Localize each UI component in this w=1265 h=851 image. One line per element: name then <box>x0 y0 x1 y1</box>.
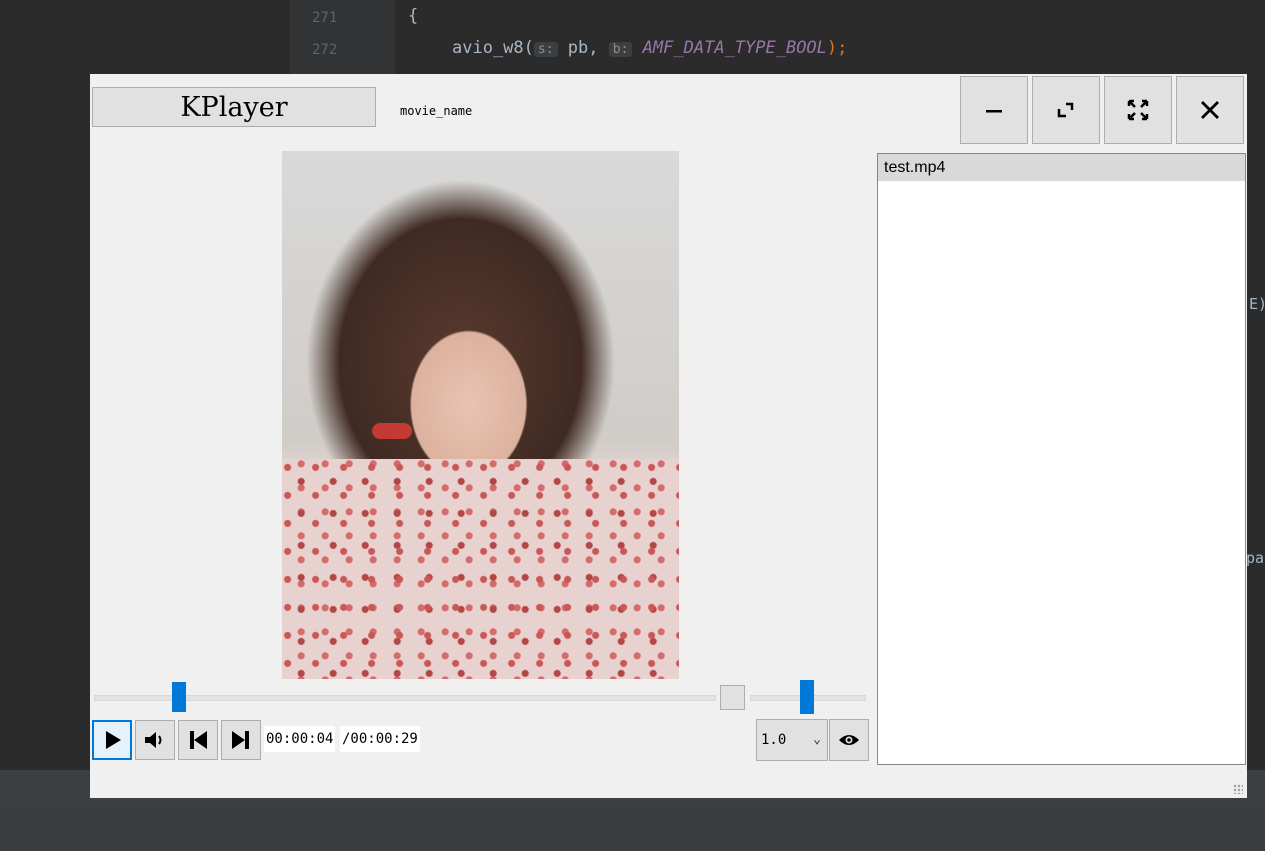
skip-next-icon <box>232 731 249 749</box>
mute-toggle-box[interactable] <box>720 685 745 710</box>
code-line: { <box>408 6 419 26</box>
speed-select[interactable]: 1.0 ⌄ <box>756 719 828 761</box>
play-icon <box>106 731 121 749</box>
volume-slider-handle[interactable] <box>800 680 814 714</box>
code-function: avio_w8( <box>452 38 534 58</box>
restore-button[interactable] <box>1032 76 1100 144</box>
eye-icon <box>839 735 859 745</box>
line-number: 271 <box>312 10 338 26</box>
code-line: avio_w8(s: pb, b: AMF_DATA_TYPE_BOOL); <box>452 38 847 58</box>
minimize-button[interactable] <box>960 76 1028 144</box>
previous-button[interactable] <box>178 720 218 760</box>
code-fragment: pa <box>1246 549 1265 567</box>
video-content <box>282 459 679 679</box>
fullscreen-icon <box>1127 99 1149 121</box>
app-title: KPlayer <box>92 87 376 127</box>
movie-name-label: movie_name <box>400 104 473 118</box>
close-button[interactable] <box>1176 76 1244 144</box>
code-fragment: E) <box>1249 295 1265 313</box>
code-constant: AMF_DATA_TYPE_BOOL <box>642 38 827 58</box>
minimize-icon <box>986 110 1002 113</box>
volume-button[interactable] <box>135 720 175 760</box>
param-hint: b: <box>608 42 633 57</box>
playlist-item[interactable]: test.mp4 <box>878 154 1245 181</box>
code-arg: pb, <box>567 38 599 58</box>
fullscreen-button[interactable] <box>1104 76 1172 144</box>
line-number: 272 <box>312 42 338 58</box>
close-icon <box>1201 101 1219 119</box>
total-time: /00:00:29 <box>340 726 420 752</box>
kplayer-window: KPlayer movie_name 00:00:04 /00:00:29 1.… <box>90 74 1247 798</box>
playlist[interactable]: test.mp4 <box>877 153 1246 765</box>
param-hint: s: <box>533 42 558 57</box>
seek-slider-handle[interactable] <box>172 682 186 712</box>
code-punctuation: ); <box>826 38 848 58</box>
current-time: 00:00:04 <box>264 726 336 752</box>
resize-grip[interactable] <box>1233 784 1243 794</box>
ide-status-bar <box>0 808 1265 851</box>
next-button[interactable] <box>221 720 261 760</box>
video-detail <box>372 423 412 439</box>
video-frame[interactable] <box>282 151 679 679</box>
speed-value: 1.0 <box>761 732 787 748</box>
seek-slider-track[interactable] <box>94 695 716 701</box>
skip-previous-icon <box>190 731 207 749</box>
play-button[interactable] <box>92 720 132 760</box>
restore-icon <box>1057 102 1074 118</box>
visibility-button[interactable] <box>829 719 869 761</box>
chevron-down-icon: ⌄ <box>813 732 821 747</box>
volume-icon <box>145 732 162 748</box>
